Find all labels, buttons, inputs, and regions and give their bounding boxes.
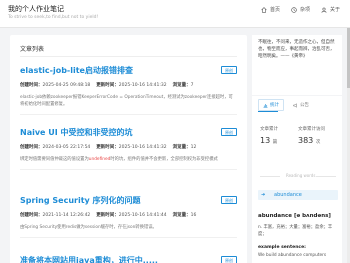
quote-text: 不眠往，不问来，无造作之心，但自然也，物至而应，事起而辨，治乱可否，昭然明矣。—… (258, 40, 335, 59)
divider (20, 56, 237, 57)
updated-label: 更新时间： (96, 145, 119, 150)
article-summary: 绑定时值需要同值仲裁这的值设置为undefined时的坑，组件的值并不会更新，全… (20, 156, 237, 163)
stat-value-row: 383 次 (298, 136, 338, 145)
user-icon (321, 7, 327, 13)
original-tag: 原创 (221, 196, 237, 204)
stat-unit: 次 (315, 140, 321, 145)
updated-time: 2025-10-16 14:41:44 (118, 213, 167, 218)
article-list-panel: 文章列表 elastic-job-lite启动报错排查 原创 创建时间：2025… (10, 35, 247, 263)
article-summary: elastic-job依赖zookeeper报错KeeperErrorCode … (20, 95, 233, 107)
nav-item-label: 首页 (269, 7, 280, 13)
updated-time: 2025-10-16 14:41:32 (118, 83, 167, 88)
current-word: abundance (274, 192, 302, 198)
created-label: 创建时间： (20, 83, 43, 88)
nav-item-label: 杂项 (299, 7, 310, 13)
created-time: 2025-04-25 09:48:18 (42, 83, 91, 88)
article-card: 准备将本网站用java重构，进行中..... 原创 (20, 255, 237, 263)
tab-label: 统计 (270, 103, 279, 108)
word-definition: n. 丰富，充裕；大量；富裕；盈余；丰度； (258, 225, 333, 237)
grid-icon (291, 6, 297, 13)
divider (316, 176, 336, 177)
divider (260, 176, 280, 177)
views-count: 7 (190, 83, 194, 88)
divider (20, 169, 237, 170)
stat-article-count: 文章累计 13 篇 (260, 126, 300, 145)
site-title[interactable]: 我的个人作业笔记 (8, 4, 64, 14)
active-tab-indicator (258, 111, 278, 112)
reading-words-label: Reading words (286, 173, 316, 178)
example-label: example sentence: (258, 245, 306, 250)
views-label: 浏览量： (172, 213, 191, 218)
stat-visit-count: 文章累计访问 383 次 (298, 126, 338, 145)
article-list-title: 文章列表 (20, 46, 45, 53)
stats-panel: 统计 公告 文章累计 13 篇 文章累计访问 383 次 Reading wor… (252, 96, 342, 263)
article-meta: 创建时间：2025-04-25 09:48:18 更新时间：2025-10-16 … (20, 82, 237, 88)
created-label: 创建时间： (20, 213, 43, 218)
article-card: Naive UI 中受控和非受控的坑 原创 创建时间：2024-03-05 22… (20, 127, 237, 170)
article-summary: 由Spring Security使用redis做为session缓存时，存在js… (20, 225, 157, 230)
views-label: 浏览量： (172, 83, 191, 88)
example-sentence: We build abundance computers (258, 253, 327, 258)
stat-value-row: 13 篇 (260, 136, 300, 145)
original-tag: 原创 (221, 66, 237, 74)
updated-label: 更新时间： (96, 213, 119, 218)
article-title[interactable]: elastic-job-lite启动报错排查 (20, 65, 237, 76)
original-tag: 原创 (221, 128, 237, 136)
nav-item-home[interactable]: 首页 (261, 6, 280, 13)
home-icon (261, 6, 267, 13)
stat-value: 13 (260, 136, 271, 145)
article-title[interactable]: Naive UI 中受控和非受控的坑 (20, 127, 237, 138)
article-card: elastic-job-lite启动报错排查 原创 创建时间：2025-04-2… (20, 65, 237, 115)
stats-icon (263, 103, 268, 108)
word-heading: abundance [ə bʌndəns] (258, 213, 331, 219)
original-tag: 原创 (221, 256, 237, 263)
tab-stats[interactable]: 统计 (258, 99, 284, 111)
tab-label: 公告 (300, 103, 309, 108)
created-time: 2024-03-05 22:17:54 (42, 145, 91, 150)
article-title[interactable]: 准备将本网站用java重构，进行中..... (20, 255, 237, 263)
divider (20, 237, 237, 238)
article-card: Spring Security 序列化的问题 原创 创建时间：2021-11-1… (20, 195, 237, 238)
created-label: 创建时间： (20, 145, 43, 150)
stat-value: 383 (298, 136, 314, 145)
stat-label: 文章累计访问 (298, 127, 325, 132)
main-nav: 首页 杂项 关于 (261, 6, 340, 13)
top-navbar: 我的个人作业笔记 To strive to seek,to find,but n… (0, 0, 350, 28)
quote-panel: 不眠往，不问来，无造作之心，但自然也，物至而应，事起而辨，治乱可否，昭然明矣。—… (252, 35, 342, 95)
views-count: 12 (190, 145, 197, 150)
notice-icon (293, 102, 297, 108)
nav-item-about[interactable]: 关于 (321, 6, 340, 13)
views-count: 16 (190, 213, 197, 218)
views-label: 浏览量： (172, 145, 191, 150)
updated-time: 2025-10-16 14:41:32 (118, 145, 167, 150)
stat-unit: 篇 (272, 140, 278, 145)
summary-text: 绑定时值需要同值仲裁这的值设置为 (20, 157, 89, 162)
stat-label: 文章累计 (260, 127, 278, 132)
article-meta: 创建时间：2021-11-14 12:26:42 更新时间：2025-10-16 … (20, 212, 237, 218)
created-time: 2021-11-14 12:26:42 (42, 213, 91, 218)
tab-notice[interactable]: 公告 (288, 99, 314, 111)
nav-item-misc[interactable]: 杂项 (291, 6, 310, 13)
divider (20, 114, 237, 115)
updated-label: 更新时间： (96, 83, 119, 88)
article-meta: 创建时间：2024-03-05 22:17:54 更新时间：2025-10-16 … (20, 144, 237, 150)
article-title[interactable]: Spring Security 序列化的问题 (20, 195, 237, 206)
summary-text-after: 时的坑，组件的值并不会更新，全部控制权为非受控模式 (110, 157, 218, 162)
summary-highlight: undefined (88, 157, 111, 162)
site-subtitle: To strive to seek,to find,but not to yie… (8, 15, 99, 20)
arrow-right-icon: ➜ (261, 192, 266, 198)
sidebar-tabs: 统计 公告 (258, 99, 314, 111)
nav-item-label: 关于 (329, 7, 340, 13)
